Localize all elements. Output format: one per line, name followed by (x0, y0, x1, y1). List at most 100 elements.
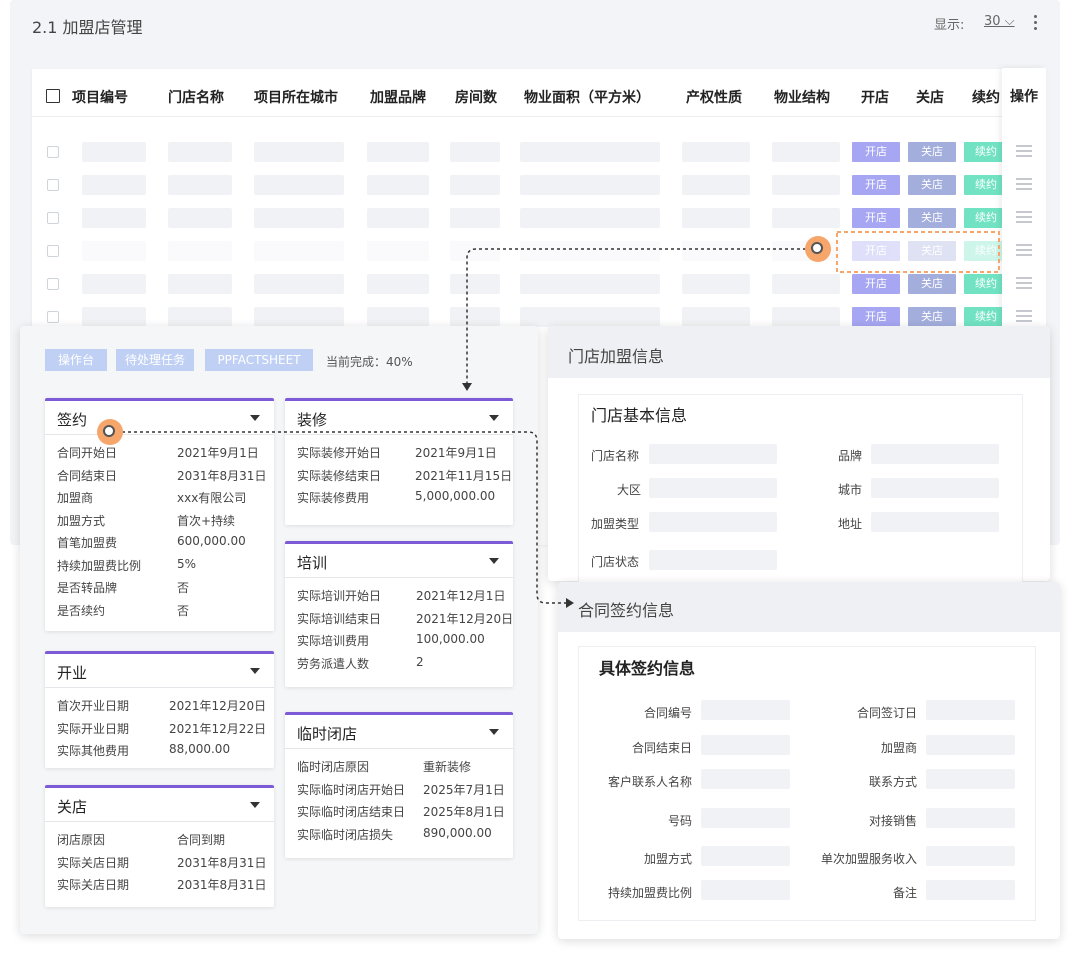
fee-ratio-field[interactable] (701, 880, 790, 900)
field-label: 实际关店日期 (57, 878, 130, 892)
brand-field[interactable] (871, 444, 999, 464)
table-cell (450, 274, 500, 294)
open-store-label: 开店 (865, 211, 887, 224)
tab-pending-tasks[interactable]: 待处理任务 (116, 349, 194, 371)
field-value: 5% (177, 556, 197, 571)
table-cell (682, 274, 750, 294)
card-divider (45, 434, 274, 435)
end-date-field[interactable] (701, 735, 790, 755)
close-store-button[interactable]: 关店 (908, 142, 956, 162)
caret-down-icon[interactable] (489, 415, 499, 421)
table-cell (520, 307, 660, 327)
close-store-button[interactable]: 关店 (908, 175, 956, 195)
open-store-button[interactable]: 开店 (852, 175, 900, 195)
menu-icon[interactable] (1016, 310, 1032, 322)
display-count-select[interactable]: 30 ⌵ (984, 14, 1015, 29)
close-store-button[interactable]: 关店 (908, 208, 956, 228)
field-label: 持续加盟费比例 (57, 558, 142, 573)
contract-no-field[interactable] (701, 700, 790, 720)
store-status-field[interactable] (649, 550, 777, 570)
kebab-icon[interactable] (1028, 12, 1042, 34)
caret-down-icon[interactable] (250, 668, 260, 674)
address-field[interactable] (871, 512, 999, 532)
caret-down-icon[interactable] (250, 802, 260, 808)
column-header-property-structure: 物业结构 (774, 90, 830, 106)
tab-console[interactable]: 操作台 (45, 349, 107, 371)
city-field[interactable] (871, 478, 999, 498)
header-divider (32, 116, 1040, 117)
row-checkbox[interactable] (47, 179, 59, 191)
open-store-button[interactable]: 开店 (852, 208, 900, 228)
card-divider (285, 577, 513, 578)
table-row[interactable]: 开店 关店 续约 (32, 69, 1040, 327)
franchise-method-field[interactable] (701, 846, 790, 866)
table-cell (254, 241, 344, 261)
menu-icon[interactable] (1016, 145, 1032, 157)
contract-detail-title: 具体签约信息 (599, 659, 696, 678)
caret-down-icon[interactable] (489, 729, 499, 735)
open-store-button[interactable]: 开店 (852, 142, 900, 162)
store-info-panel: 门店加盟信息 门店基本信息 门店名称 品牌 大区 城市 加盟类型 地址 门店状态 (548, 326, 1050, 584)
card-divider (45, 821, 274, 822)
sign-date-field[interactable] (926, 700, 1015, 720)
row-checkbox[interactable] (47, 146, 59, 158)
column-header-city: 项目所在城市 (254, 90, 338, 106)
field-label: 实际装修费用 (297, 491, 370, 505)
franchise-type-field[interactable] (649, 512, 777, 532)
close-store-button[interactable]: 关店 (908, 241, 956, 261)
menu-icon[interactable] (1016, 211, 1032, 223)
service-income-field[interactable] (926, 846, 1015, 866)
number-field[interactable] (701, 808, 790, 828)
table-cell (168, 241, 232, 261)
field-label: 是否续约 (57, 603, 106, 618)
store-basic-title: 门店基本信息 (591, 406, 688, 425)
column-header-brand: 加盟品牌 (370, 90, 426, 106)
close-store-button[interactable]: 关店 (908, 307, 956, 327)
caret-down-icon[interactable] (489, 558, 499, 564)
field-label: 闭店原因 (57, 833, 106, 847)
field-label-number: 号码 (667, 814, 692, 828)
field-label-contact-way: 联系方式 (868, 775, 917, 789)
open-store-button[interactable]: 开店 (852, 307, 900, 327)
franchisee-field[interactable] (926, 735, 1015, 755)
contact-name-field[interactable] (701, 769, 790, 789)
table-cell (772, 208, 840, 228)
menu-icon[interactable] (1016, 277, 1032, 289)
field-value: 2021年12月1日 (416, 589, 506, 603)
column-header-property-nature: 产权性质 (686, 90, 742, 106)
row-checkbox[interactable] (47, 278, 59, 290)
renew-label: 续约 (975, 277, 997, 290)
remark-field[interactable] (926, 880, 1015, 900)
row-checkbox[interactable] (47, 212, 59, 224)
card-title: 临时闭店 (297, 725, 358, 743)
renew-label: 续约 (975, 178, 997, 191)
store-name-field[interactable] (649, 444, 777, 464)
column-header-operations: 操作 (1010, 89, 1038, 105)
tab-ppfactsheet[interactable]: PPFACTSHEET (205, 349, 313, 371)
table-cell (254, 142, 344, 162)
region-field[interactable] (649, 478, 777, 498)
close-store-button[interactable]: 关店 (908, 274, 956, 294)
sales-field[interactable] (926, 808, 1015, 828)
open-store-button[interactable]: 开店 (852, 241, 900, 261)
contact-way-field[interactable] (926, 769, 1015, 789)
row-checkbox[interactable] (47, 311, 59, 323)
row-checkbox[interactable] (47, 245, 59, 257)
select-all-checkbox[interactable] (46, 89, 60, 103)
card-divider (285, 748, 513, 749)
table-cell (682, 307, 750, 327)
contract-info-title: 合同签约信息 (578, 601, 675, 620)
table-cell (367, 175, 429, 195)
field-label: 首笔加盟费 (57, 536, 118, 550)
field-label: 合同结束日 (57, 468, 118, 483)
caret-down-icon[interactable] (250, 415, 260, 421)
display-count-value: 30 (984, 14, 1001, 29)
close-store-label: 关店 (921, 310, 943, 323)
table-cell (168, 274, 232, 294)
menu-icon[interactable] (1016, 178, 1032, 190)
open-store-label: 开店 (865, 244, 887, 257)
table-cell (168, 175, 232, 195)
menu-icon[interactable] (1016, 244, 1032, 256)
table-cell (254, 175, 344, 195)
open-store-button[interactable]: 开店 (852, 274, 900, 294)
